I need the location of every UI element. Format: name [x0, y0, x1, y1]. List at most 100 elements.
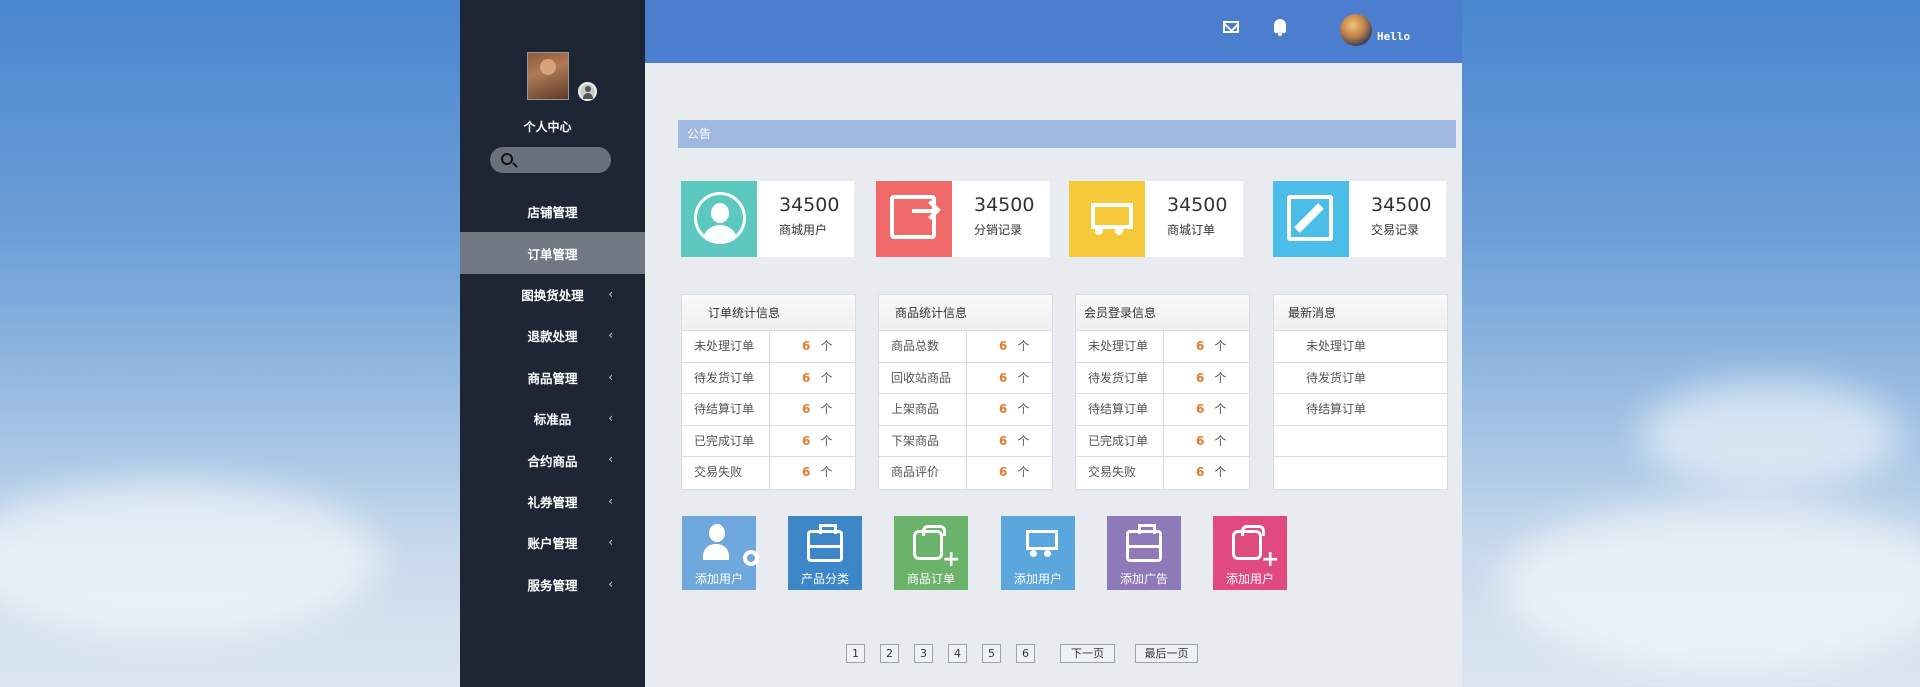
table-row[interactable]: 已完成订单 6 个	[1076, 425, 1249, 458]
sidebar-item-products[interactable]: 商品管理 ‹	[460, 357, 645, 398]
cloud-decoration	[0, 480, 380, 640]
row-label: 未处理订单	[682, 331, 770, 362]
panel-title: 会员登录信息	[1076, 295, 1249, 331]
row-count: 6	[1196, 433, 1205, 448]
product-orders-button[interactable]: 商品订单	[894, 516, 968, 590]
table-row[interactable]: 交易失败 6 个	[1076, 457, 1249, 489]
tile-label: 添加用户	[694, 572, 743, 586]
page-5-button[interactable]: 5	[982, 644, 1001, 663]
row-unit: 个	[820, 465, 833, 480]
user-icon[interactable]	[578, 82, 597, 101]
product-category-button[interactable]: 产品分类	[788, 516, 862, 590]
order-stats-panel: 订单统计信息 未处理订单 6 个 待发货订单 6 个 待结算订单 6 个 已完成订单 6 个 交…	[681, 294, 856, 490]
page-3-button[interactable]: 3	[914, 644, 933, 663]
list-item[interactable]	[1274, 426, 1447, 458]
page-2-button[interactable]: 2	[880, 644, 899, 663]
sidebar-item-coupons[interactable]: 礼券管理 ‹	[460, 481, 645, 522]
briefcase-icon	[1126, 524, 1162, 562]
stat-card-transactions[interactable]: 34500 交易记录	[1273, 181, 1446, 257]
stat-value: 34500	[779, 194, 840, 216]
last-page-button[interactable]: 最后一页	[1135, 644, 1198, 663]
row-count: 6	[999, 339, 1008, 353]
user-avatar[interactable]	[1340, 14, 1372, 46]
sidebar-item-standard[interactable]: 标准品 ‹	[460, 398, 645, 439]
product-stats-panel: 商品统计信息 商品总数 6 个 回收站商品 6 个 上架商品 6 个 下架商品 6 个 商品评价…	[878, 294, 1053, 490]
search-icon[interactable]	[501, 153, 513, 165]
sidebar-item-store[interactable]: 店铺管理	[460, 191, 645, 232]
sidebar: 个人中心 店铺管理 订单管理 图换货处理 ‹ 退款处理 ‹ 商品管理 ‹ 标准品…	[460, 0, 645, 687]
mail-icon[interactable]	[1223, 21, 1239, 33]
bell-icon[interactable]	[1274, 19, 1286, 36]
sidebar-item-orders[interactable]: 订单管理	[460, 232, 645, 274]
list-item[interactable]	[1274, 457, 1447, 489]
table-row[interactable]: 待发货订单 6 个	[1076, 362, 1249, 395]
personal-center-label[interactable]: 个人中心	[460, 118, 635, 135]
tile-label: 产品分类	[800, 572, 849, 586]
stat-value: 34500	[974, 194, 1035, 216]
table-row[interactable]: 交易失败 6 个	[682, 457, 855, 489]
row-unit: 个	[1214, 370, 1227, 385]
edit-icon	[1287, 195, 1333, 241]
sidebar-item-services[interactable]: 服务管理 ‹	[460, 564, 645, 605]
row-count: 6	[999, 433, 1008, 448]
row-count: 6	[802, 370, 811, 385]
table-row[interactable]: 已完成订单 6 个	[682, 425, 855, 458]
panel-title: 最新消息	[1274, 295, 1447, 331]
sidebar-item-contract[interactable]: 合约商品 ‹	[460, 439, 645, 480]
row-count: 6	[1196, 402, 1205, 417]
add-user-cart-button[interactable]: 添加用户	[1001, 516, 1075, 590]
stat-card-users[interactable]: 34500 商城用户	[681, 181, 854, 257]
stat-icon-box	[876, 181, 952, 257]
table-row[interactable]: 待结算订单 6 个	[1076, 394, 1249, 426]
stat-label: 商城用户	[779, 223, 828, 237]
stat-card-orders[interactable]: 34500 商城订单	[1069, 181, 1243, 257]
sidebar-item-refund[interactable]: 退款处理 ‹	[460, 315, 645, 356]
page-6-button[interactable]: 6	[1016, 644, 1035, 663]
row-unit: 个	[820, 339, 833, 353]
avatar[interactable]	[527, 52, 569, 100]
table-row[interactable]: 未处理订单 6 个	[1076, 331, 1249, 363]
chevron-left-icon: ‹	[608, 410, 613, 425]
stat-value: 34500	[1167, 194, 1228, 216]
list-item[interactable]: 待发货订单	[1274, 363, 1447, 395]
page-1-button[interactable]: 1	[846, 644, 865, 663]
admin-frame: 个人中心 店铺管理 订单管理 图换货处理 ‹ 退款处理 ‹ 商品管理 ‹ 标准品…	[460, 0, 1462, 687]
gear-icon	[743, 550, 759, 566]
row-label: 已完成订单	[1076, 425, 1164, 457]
add-ad-button[interactable]: 添加广告	[1107, 516, 1181, 590]
notice-bar: 公告	[678, 120, 1456, 148]
sidebar-item-exchange[interactable]: 图换货处理 ‹	[460, 274, 645, 315]
add-user-basket-button[interactable]: 添加用户	[1213, 516, 1287, 590]
tile-label: 添加用户	[1225, 572, 1274, 586]
tile-label: 添加用户	[1013, 572, 1062, 586]
table-row[interactable]: 待结算订单 6 个	[682, 394, 855, 426]
table-row[interactable]: 下架商品 6 个	[879, 425, 1052, 458]
row-label: 商品评价	[879, 457, 967, 489]
table-row[interactable]: 商品总数 6 个	[879, 331, 1052, 363]
sidebar-item-label: 图换货处理	[521, 287, 584, 303]
table-row[interactable]: 回收站商品 6 个	[879, 362, 1052, 395]
table-row[interactable]: 待发货订单 6 个	[682, 362, 855, 395]
stat-card-distribution[interactable]: 34500 分销记录	[876, 181, 1050, 257]
table-row[interactable]: 未处理订单 6 个	[682, 331, 855, 363]
chevron-left-icon: ‹	[608, 452, 613, 467]
row-label: 待发货订单	[1076, 362, 1164, 394]
stat-label: 交易记录	[1371, 223, 1420, 237]
sidebar-item-accounts[interactable]: 账户管理 ‹	[460, 522, 645, 563]
add-user-button[interactable]: 添加用户	[682, 516, 759, 590]
table-row[interactable]: 商品评价 6 个	[879, 457, 1052, 489]
row-label: 已完成订单	[682, 425, 770, 457]
next-page-button[interactable]: 下一页	[1060, 644, 1115, 663]
panel-title: 商品统计信息	[879, 295, 1052, 331]
search-input[interactable]	[490, 147, 611, 173]
sidebar-item-label: 服务管理	[527, 577, 578, 593]
list-item[interactable]: 未处理订单	[1274, 331, 1447, 363]
row-label: 上架商品	[879, 394, 967, 425]
page-4-button[interactable]: 4	[948, 644, 967, 663]
basket-add-icon	[1232, 525, 1279, 571]
stat-label: 商城订单	[1167, 223, 1216, 237]
table-row[interactable]: 上架商品 6 个	[879, 394, 1052, 426]
list-item[interactable]: 待结算订单	[1274, 394, 1447, 426]
row-count: 6	[1196, 370, 1205, 385]
row-count: 6	[999, 465, 1008, 480]
